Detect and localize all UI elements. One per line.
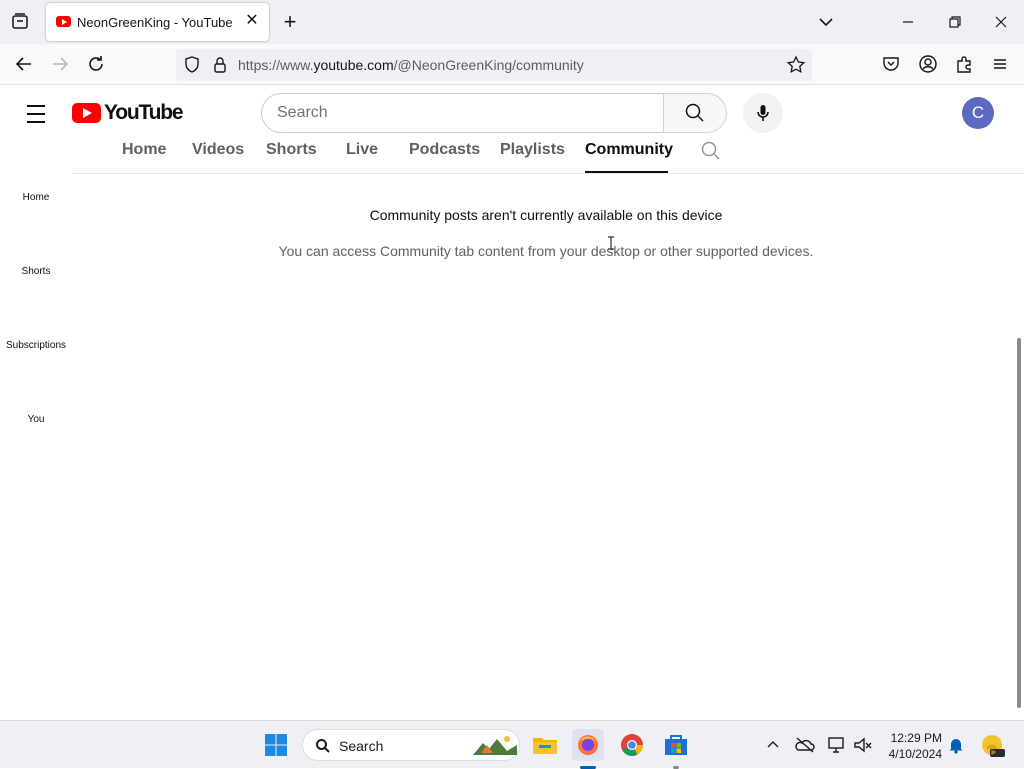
close-tab-icon[interactable]: ✕ <box>242 11 262 31</box>
clock-date: 4/10/2024 <box>888 747 942 761</box>
avatar[interactable]: C <box>962 97 994 129</box>
url-domain: youtube.com <box>313 57 394 73</box>
guide-label-subscriptions: Subscriptions <box>5 340 67 351</box>
restore-icon[interactable] <box>943 10 967 34</box>
file-explorer-icon[interactable] <box>529 729 561 761</box>
volume-muted-icon[interactable] <box>852 735 874 755</box>
notification-bell-icon[interactable] <box>946 735 966 755</box>
youtube-wordmark: YouTube <box>104 101 184 124</box>
start-button[interactable] <box>262 731 290 759</box>
tab-playlists[interactable]: Playlists <box>500 141 565 159</box>
guide-item-shorts[interactable]: Shorts <box>0 246 72 320</box>
guide-item-home[interactable]: Home <box>0 172 72 246</box>
guide-item-subscriptions[interactable]: Subscriptions <box>0 320 72 394</box>
taskbar-search-icon <box>316 739 330 753</box>
list-all-tabs-icon[interactable] <box>814 10 838 34</box>
forward-icon[interactable] <box>48 52 72 76</box>
clock-time: 12:29 PM <box>890 731 942 745</box>
taskbar-search-label: Search <box>339 738 384 754</box>
minimize-icon[interactable] <box>896 10 920 34</box>
windows-logo-icon <box>265 734 287 756</box>
tab-live[interactable]: Live <box>346 141 378 159</box>
search-icon <box>685 103 704 122</box>
search-input[interactable] <box>277 102 637 124</box>
windows-taskbar: Search 12:29 PM 4/10/2024 <box>0 720 1024 769</box>
guide-menu-icon[interactable] <box>18 96 54 132</box>
browser-tab-strip: NeonGreenKing - YouTube ✕ + <box>0 0 1024 44</box>
back-icon[interactable] <box>12 52 36 76</box>
browser-nav-bar: https://www.youtube.com/@NeonGreenKing/c… <box>0 44 1024 85</box>
tab-shorts[interactable]: Shorts <box>266 141 317 159</box>
firefox-icon[interactable] <box>572 729 604 769</box>
tab-home[interactable]: Home <box>122 141 166 159</box>
youtube-header: YouTube C <box>0 86 1024 142</box>
close-window-icon[interactable] <box>989 10 1013 34</box>
search-box <box>261 93 664 133</box>
page-scrollbar[interactable] <box>1017 338 1021 708</box>
tab-title: NeonGreenKing - YouTube <box>77 15 233 30</box>
shield-icon[interactable] <box>180 53 204 77</box>
lock-icon[interactable] <box>208 53 232 77</box>
search-highlight-landscape-icon <box>473 736 517 755</box>
display-icon[interactable] <box>826 735 848 755</box>
unavailable-message-subtitle: You can access Community tab content fro… <box>278 243 814 259</box>
url-text[interactable]: https://www.youtube.com/@NeonGreenKing/c… <box>238 57 584 73</box>
tab-overview-icon[interactable] <box>8 11 32 35</box>
microsoft-store-icon[interactable] <box>660 729 692 769</box>
address-bar[interactable]: https://www.youtube.com/@NeonGreenKing/c… <box>176 49 812 81</box>
reload-icon[interactable] <box>84 52 108 76</box>
tab-community[interactable]: Community <box>585 141 673 159</box>
tab-videos[interactable]: Videos <box>192 141 244 159</box>
channel-tabs: Home Videos Shorts Live Podcasts Playlis… <box>72 135 1024 174</box>
onedrive-offline-icon[interactable] <box>794 735 816 755</box>
account-icon[interactable] <box>916 52 940 76</box>
text-cursor-icon <box>608 236 614 250</box>
show-hidden-icons-chevron-icon[interactable] <box>763 735 783 755</box>
guide-item-you[interactable]: You <box>0 394 72 468</box>
microphone-icon <box>757 105 769 121</box>
app-menu-icon[interactable] <box>988 52 1012 76</box>
guide-label-home: Home <box>22 192 50 203</box>
taskbar-clock[interactable]: 12:29 PM 4/10/2024 <box>880 730 942 762</box>
chrome-icon[interactable] <box>616 729 648 761</box>
active-tab-indicator <box>585 171 668 173</box>
unavailable-message-title: Community posts aren't currently availab… <box>369 207 723 223</box>
search-button[interactable] <box>663 93 727 133</box>
pocket-icon[interactable] <box>879 52 903 76</box>
youtube-play-icon <box>72 103 101 123</box>
channel-search-icon[interactable] <box>699 139 723 163</box>
extensions-icon[interactable] <box>952 52 976 76</box>
url-prefix: https://www. <box>238 57 314 73</box>
bookmark-star-icon[interactable] <box>784 53 808 77</box>
tab-podcasts[interactable]: Podcasts <box>409 141 480 159</box>
voice-search-button[interactable] <box>743 93 783 133</box>
guide-label-you: You <box>27 414 45 425</box>
youtube-favicon-icon <box>56 16 71 27</box>
new-tab-icon[interactable]: + <box>279 10 301 34</box>
widgets-preview-icon[interactable] <box>978 731 1006 759</box>
taskbar-search[interactable]: Search <box>302 729 520 761</box>
url-path: /@NeonGreenKing/community <box>393 57 584 73</box>
browser-tab[interactable]: NeonGreenKing - YouTube ✕ <box>46 3 269 41</box>
guide-label-shorts: Shorts <box>21 266 51 277</box>
